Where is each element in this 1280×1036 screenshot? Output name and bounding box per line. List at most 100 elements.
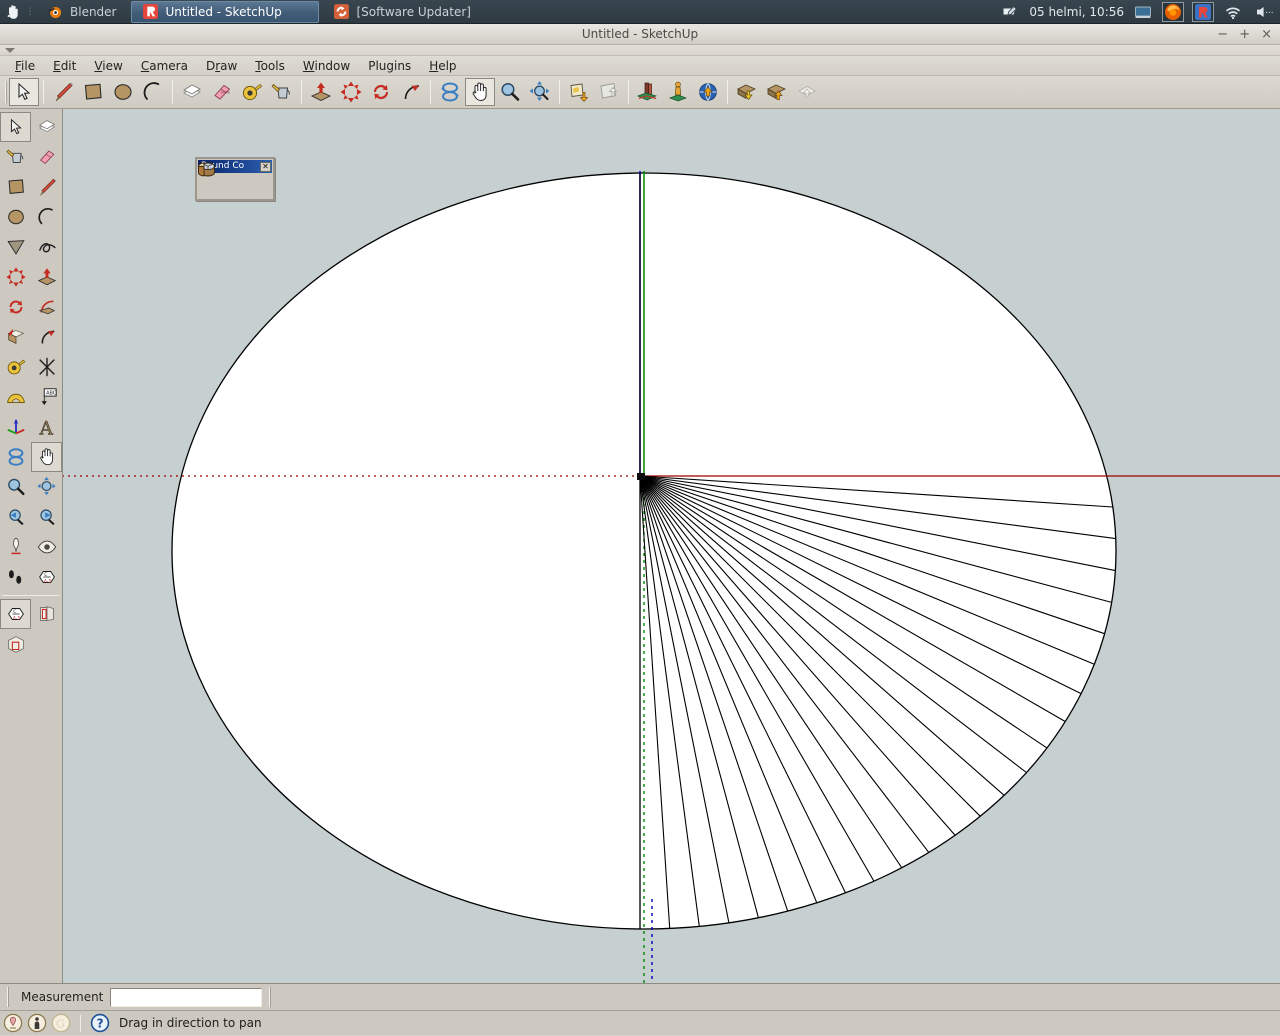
tray-sketchup-button[interactable] bbox=[1192, 1, 1214, 22]
previous-view-button[interactable] bbox=[564, 78, 594, 106]
taskbar-item-sketchup[interactable]: Untitled - SketchUp bbox=[130, 0, 319, 23]
close-button[interactable]: × bbox=[1261, 28, 1272, 41]
sharp-corner-button[interactable] bbox=[201, 162, 247, 199]
geo-location-icon[interactable] bbox=[3, 1013, 23, 1033]
eraser-tool-button[interactable]: ERAS bbox=[207, 78, 237, 106]
measurement-input[interactable] bbox=[110, 987, 263, 1007]
circle-tool-button[interactable] bbox=[108, 78, 138, 106]
menu-file[interactable]: File bbox=[6, 57, 44, 75]
sidebar-item-eraser[interactable] bbox=[31, 142, 62, 172]
sidebar-item-display-section-cuts[interactable] bbox=[31, 599, 62, 629]
sidebar-item-scale[interactable] bbox=[0, 322, 31, 352]
tray-firefox-button[interactable] bbox=[1162, 1, 1184, 22]
next-view-button[interactable] bbox=[594, 78, 624, 106]
sidebar-item-position-camera[interactable] bbox=[0, 532, 31, 562]
sidebar-item-arc[interactable] bbox=[31, 202, 62, 232]
tray-display-button[interactable] bbox=[999, 2, 1021, 22]
minimize-button[interactable]: − bbox=[1217, 28, 1228, 41]
sidebar-item-tape-measure[interactable] bbox=[0, 352, 31, 382]
toolbar-grip[interactable] bbox=[2, 79, 9, 105]
sidebar-item-rectangle[interactable] bbox=[0, 172, 31, 202]
sidebar-item-make-component[interactable] bbox=[31, 112, 62, 142]
follow-me-button[interactable] bbox=[396, 78, 426, 106]
google-g-icon[interactable]: G bbox=[51, 1013, 71, 1033]
sidebar-item-zoom[interactable] bbox=[0, 472, 31, 502]
help-question-icon[interactable]: ? bbox=[90, 1013, 110, 1033]
menu-view[interactable]: View bbox=[85, 57, 131, 75]
taskbar-item-blender[interactable]: Blender bbox=[36, 1, 127, 23]
toolbar-expander[interactable] bbox=[0, 45, 1280, 56]
sidebar-item-polygon[interactable] bbox=[0, 232, 31, 262]
sidebar-item-line[interactable] bbox=[31, 172, 62, 202]
make-component-button[interactable] bbox=[177, 78, 207, 106]
tray-workspace-button[interactable] bbox=[1132, 2, 1154, 22]
circle-icon bbox=[7, 209, 24, 225]
sidebar-item-zoom-extents[interactable] bbox=[31, 472, 62, 502]
menu-window[interactable]: Window bbox=[294, 57, 359, 75]
line-tool-button[interactable] bbox=[48, 78, 78, 106]
download-component-button[interactable] bbox=[732, 78, 762, 106]
push-pull-button[interactable] bbox=[306, 78, 336, 106]
tray-volume-button[interactable]: ··· bbox=[1252, 2, 1274, 22]
position-camera-button[interactable] bbox=[663, 78, 693, 106]
zoom-extents-button[interactable] bbox=[525, 78, 555, 106]
sidebar-item-3d-text[interactable]: A bbox=[31, 412, 62, 442]
sidebar-item-pan[interactable] bbox=[31, 442, 62, 472]
circle-icon bbox=[114, 84, 132, 100]
select-tool-button[interactable] bbox=[9, 78, 39, 106]
tape-measure-button[interactable] bbox=[237, 78, 267, 106]
person-stand-icon bbox=[10, 537, 21, 555]
share-component-button[interactable] bbox=[792, 78, 822, 106]
sidebar-item-next-view[interactable] bbox=[31, 502, 62, 532]
taskbar-item-software-updater[interactable]: [Software Updater] bbox=[323, 1, 481, 23]
zoom-tool-button[interactable] bbox=[495, 78, 525, 106]
arc-tool-button[interactable] bbox=[138, 78, 168, 106]
tray-wifi-button[interactable] bbox=[1222, 2, 1244, 22]
orbit-tool-button[interactable] bbox=[435, 78, 465, 106]
menu-plugins[interactable]: Plugins bbox=[359, 57, 420, 75]
rectangle-tool-button[interactable] bbox=[78, 78, 108, 106]
start-menu-button[interactable] bbox=[0, 0, 26, 24]
sidebar-item-display-section-fill[interactable] bbox=[0, 629, 31, 659]
sidebar-item-axes[interactable] bbox=[0, 412, 31, 442]
sidebar-item-text-label[interactable]: ABC bbox=[31, 382, 62, 412]
paint-bucket-button[interactable] bbox=[267, 78, 297, 106]
maximize-button[interactable]: + bbox=[1239, 28, 1250, 41]
upload-component-button[interactable] bbox=[762, 78, 792, 106]
sidebar-item-display-section-planes[interactable]: C A-5 bbox=[0, 599, 31, 629]
measurement-bar-grip-right[interactable] bbox=[266, 987, 273, 1007]
sidebar-item-move[interactable] bbox=[0, 262, 31, 292]
sidebar-item-freehand[interactable] bbox=[31, 232, 62, 262]
sidebar-item-circle[interactable] bbox=[0, 202, 31, 232]
share-model-button[interactable] bbox=[693, 78, 723, 106]
menu-camera[interactable]: Camera bbox=[132, 57, 197, 75]
window-titlebar: Untitled - SketchUp − + × bbox=[0, 24, 1280, 45]
sidebar-item-offset[interactable] bbox=[31, 322, 62, 352]
close-icon[interactable]: ✕ bbox=[260, 161, 271, 172]
sidebar-item-paint-bucket[interactable] bbox=[0, 142, 31, 172]
menu-edit[interactable]: Edit bbox=[44, 57, 85, 75]
sidebar-item-walk[interactable] bbox=[0, 562, 31, 592]
sidebar-item-select[interactable] bbox=[0, 112, 31, 142]
sidebar-item-rotate[interactable] bbox=[0, 292, 31, 322]
sidebar-item-push-pull[interactable] bbox=[31, 262, 62, 292]
pan-tool-button[interactable] bbox=[465, 78, 495, 106]
rotate-tool-button[interactable] bbox=[366, 78, 396, 106]
sidebar-item-previous-view[interactable] bbox=[0, 502, 31, 532]
measurement-bar-grip[interactable] bbox=[4, 987, 11, 1007]
menu-tools[interactable]: Tools bbox=[246, 57, 294, 75]
sidebar-item-follow-me[interactable] bbox=[31, 292, 62, 322]
get-models-button[interactable] bbox=[633, 78, 663, 106]
model-viewport[interactable]: Round Co ✕ bbox=[63, 109, 1280, 983]
sidebar-item-protractor[interactable] bbox=[0, 382, 31, 412]
round-corner-palette[interactable]: Round Co ✕ bbox=[195, 157, 275, 201]
move-tool-button[interactable] bbox=[336, 78, 366, 106]
sidebar-item-dimension[interactable] bbox=[31, 352, 62, 382]
bevel-corner-button[interactable] bbox=[198, 162, 272, 199]
sidebar-item-orbit[interactable] bbox=[0, 442, 31, 472]
person-info-icon[interactable] bbox=[27, 1013, 47, 1033]
sidebar-item-look-around[interactable] bbox=[31, 532, 62, 562]
sidebar-item-section-plane[interactable]: C A-5 bbox=[31, 562, 62, 592]
menu-draw[interactable]: Draw bbox=[197, 57, 246, 75]
menu-help[interactable]: Help bbox=[420, 57, 465, 75]
